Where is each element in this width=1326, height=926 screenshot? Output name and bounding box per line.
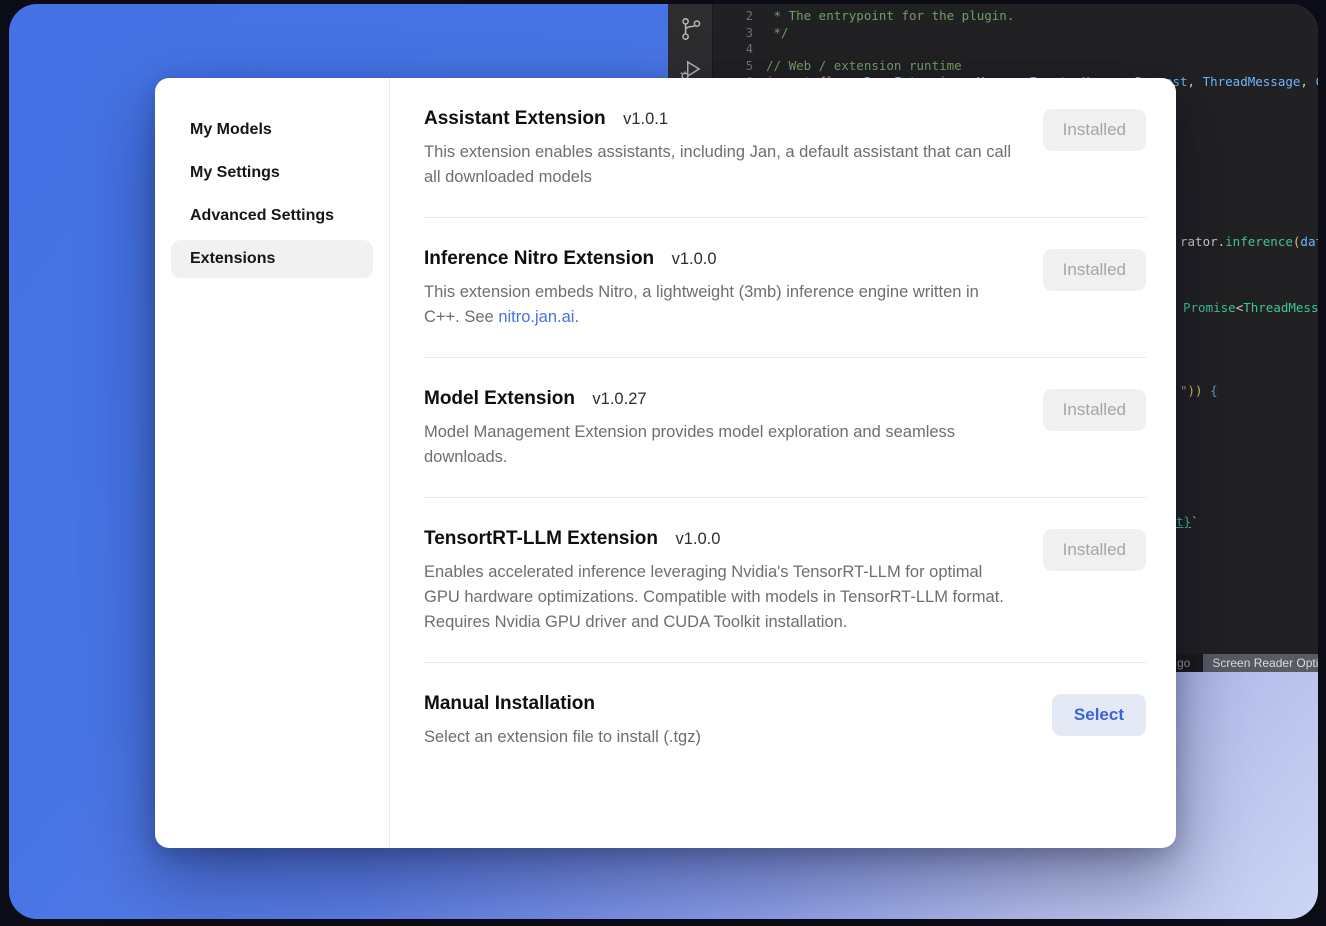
sidebar-item-advanced-settings[interactable]: Advanced Settings — [171, 197, 373, 235]
sidebar-nav: My Models My Settings Advanced Settings Ext… — [155, 78, 390, 848]
extension-description: This extension embeds Nitro, a lightweig… — [424, 280, 1012, 330]
extension-row-nitro: Inference Nitro Extension v1.0.0 This ex… — [424, 218, 1146, 358]
code-fragment: rator.inference(data)); — [1180, 234, 1318, 249]
sidebar-item-my-models[interactable]: My Models — [171, 111, 373, 149]
code-fragment: Promise<ThreadMessage> — [1183, 300, 1318, 315]
extension-row-tensorrt: TensortRT-LLM Extension v1.0.0 Enables a… — [424, 498, 1146, 663]
extension-row-assistant: Assistant Extension v1.0.1 This extensio… — [424, 78, 1146, 218]
extension-description: Select an extension file to install (.tg… — [424, 725, 1012, 750]
extension-version: v1.0.1 — [623, 110, 668, 128]
extension-row-model: Model Extension v1.0.27 Model Management… — [424, 358, 1146, 498]
status-bar-left-text: go — [1177, 656, 1190, 670]
sidebar-item-extensions[interactable]: Extensions — [171, 240, 373, 278]
extension-row-manual-install: Manual Installation Select an extension … — [424, 663, 1146, 750]
extension-name: Manual Installation — [424, 693, 595, 714]
installed-button[interactable]: Installed — [1043, 389, 1146, 431]
source-control-icon[interactable] — [678, 16, 704, 42]
extension-version: v1.0.27 — [592, 390, 646, 408]
extension-name: Inference Nitro Extension — [424, 248, 654, 269]
sidebar-item-my-settings[interactable]: My Settings — [171, 154, 373, 192]
extension-version: v1.0.0 — [675, 530, 720, 548]
extension-description: This extension enables assistants, inclu… — [424, 140, 1012, 190]
installed-button[interactable]: Installed — [1043, 109, 1146, 151]
extension-version: v1.0.0 — [672, 250, 717, 268]
code-fragment: ")) { — [1180, 383, 1218, 398]
extension-description: Enables accelerated inference leveraging… — [424, 560, 1012, 635]
select-file-button[interactable]: Select — [1052, 694, 1146, 736]
extension-name: TensortRT-LLM Extension — [424, 528, 658, 549]
installed-button[interactable]: Installed — [1043, 249, 1146, 291]
nitro-jan-ai-link[interactable]: nitro.jan.ai. — [498, 308, 579, 326]
installed-button[interactable]: Installed — [1043, 529, 1146, 571]
extension-name: Model Extension — [424, 388, 575, 409]
settings-modal: My Models My Settings Advanced Settings Ext… — [155, 78, 1176, 848]
screen-reader-status-item[interactable]: Screen Reader Optimized — [1203, 654, 1318, 672]
extension-name: Assistant Extension — [424, 108, 606, 129]
extensions-list: Assistant Extension v1.0.1 This extensio… — [390, 78, 1176, 848]
code-fragment: t}` — [1176, 514, 1199, 529]
extension-description: Model Management Extension provides mode… — [424, 420, 1012, 470]
